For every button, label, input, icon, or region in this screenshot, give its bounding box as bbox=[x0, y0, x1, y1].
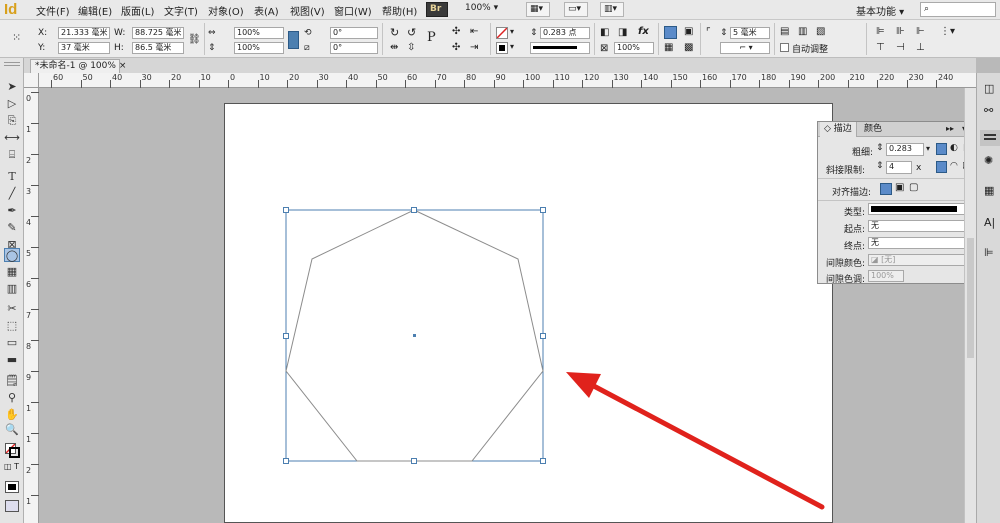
stroke-panel: ◇ 描边 颜色 ▸▸ ▾≡ 粗细: ⇕ 0.283 ▾ ◐ ◧ 斜接限制: ⇕ … bbox=[817, 121, 976, 285]
align-stroke-label: 对齐描边: bbox=[832, 188, 872, 198]
gap-color-label: 间隙颜色: bbox=[826, 259, 866, 269]
type-label: 类型: bbox=[844, 208, 866, 218]
selection-handle[interactable] bbox=[411, 458, 417, 464]
selection-handle[interactable] bbox=[540, 207, 546, 213]
weight-field[interactable]: 0.283 bbox=[886, 143, 924, 156]
end-select[interactable]: 无 bbox=[868, 237, 972, 249]
align-stroke-inside-icon[interactable]: ▣ bbox=[895, 182, 904, 193]
scrollbar-thumb[interactable] bbox=[967, 238, 974, 358]
weight-stepper[interactable]: ⇕ bbox=[876, 143, 884, 153]
selection-handle[interactable] bbox=[540, 458, 546, 464]
tab-color[interactable]: 颜色 bbox=[860, 122, 886, 137]
miter-label: 斜接限制: bbox=[826, 166, 866, 176]
selection-handle[interactable] bbox=[283, 333, 289, 339]
center-point bbox=[413, 334, 416, 337]
align-stroke-outside-icon[interactable]: ▢ bbox=[909, 182, 918, 193]
selection-handle[interactable] bbox=[540, 333, 546, 339]
selection-handle[interactable] bbox=[283, 207, 289, 213]
indesign-window: Id 文件(F) 编辑(E) 版面(L) 文字(T) 对象(O) 表(A) 视图… bbox=[0, 0, 1000, 523]
gap-color-select[interactable]: ◪ [无] bbox=[868, 254, 972, 266]
stroke-panel-icon[interactable] bbox=[980, 130, 1000, 146]
divider bbox=[818, 200, 975, 201]
start-select[interactable]: 无 bbox=[868, 220, 972, 232]
divider bbox=[818, 178, 975, 179]
links-panel-icon[interactable]: ⚯ bbox=[984, 104, 993, 117]
weight-dropdown-icon[interactable]: ▾ bbox=[926, 144, 930, 153]
end-label: 终点: bbox=[844, 242, 866, 252]
paragraph-styles-icon[interactable]: A| bbox=[984, 216, 995, 229]
miter-field[interactable]: 4 bbox=[886, 161, 912, 174]
join-round-icon[interactable]: ◠ bbox=[950, 161, 958, 171]
tables-panel-icon[interactable]: ▦ bbox=[984, 184, 994, 197]
align-stroke-center-icon[interactable] bbox=[880, 183, 892, 195]
tab-color-label: 颜色 bbox=[864, 124, 883, 134]
miter-unit: x bbox=[916, 163, 922, 173]
tab-stroke-label: 描边 bbox=[833, 124, 852, 134]
vertical-scrollbar[interactable] bbox=[964, 88, 976, 523]
selection-handle[interactable] bbox=[411, 207, 417, 213]
red-arrow-shaft bbox=[587, 381, 825, 510]
tab-stroke[interactable]: ◇ 描边 bbox=[820, 122, 857, 137]
stroke-type-select[interactable] bbox=[868, 203, 972, 215]
gap-tint-field[interactable]: 100% bbox=[868, 270, 904, 282]
cap-butt-icon[interactable] bbox=[936, 143, 947, 155]
join-miter-icon[interactable] bbox=[936, 161, 947, 173]
pages-panel-icon[interactable]: ◫ bbox=[984, 82, 994, 95]
weight-label: 粗细: bbox=[852, 148, 874, 158]
collapse-panel-icon[interactable]: ▸▸ bbox=[946, 124, 954, 133]
gap-tint-label: 间隙色调: bbox=[826, 275, 866, 285]
align-panel-icon[interactable]: ⊫ bbox=[984, 246, 994, 259]
start-label: 起点: bbox=[844, 225, 866, 235]
swatches-panel-icon[interactable]: ✺ bbox=[984, 154, 993, 167]
cap-round-icon[interactable]: ◐ bbox=[950, 143, 958, 153]
selection-handle[interactable] bbox=[283, 458, 289, 464]
miter-stepper[interactable]: ⇕ bbox=[876, 161, 884, 171]
gap-color-value: [无] bbox=[881, 255, 896, 264]
